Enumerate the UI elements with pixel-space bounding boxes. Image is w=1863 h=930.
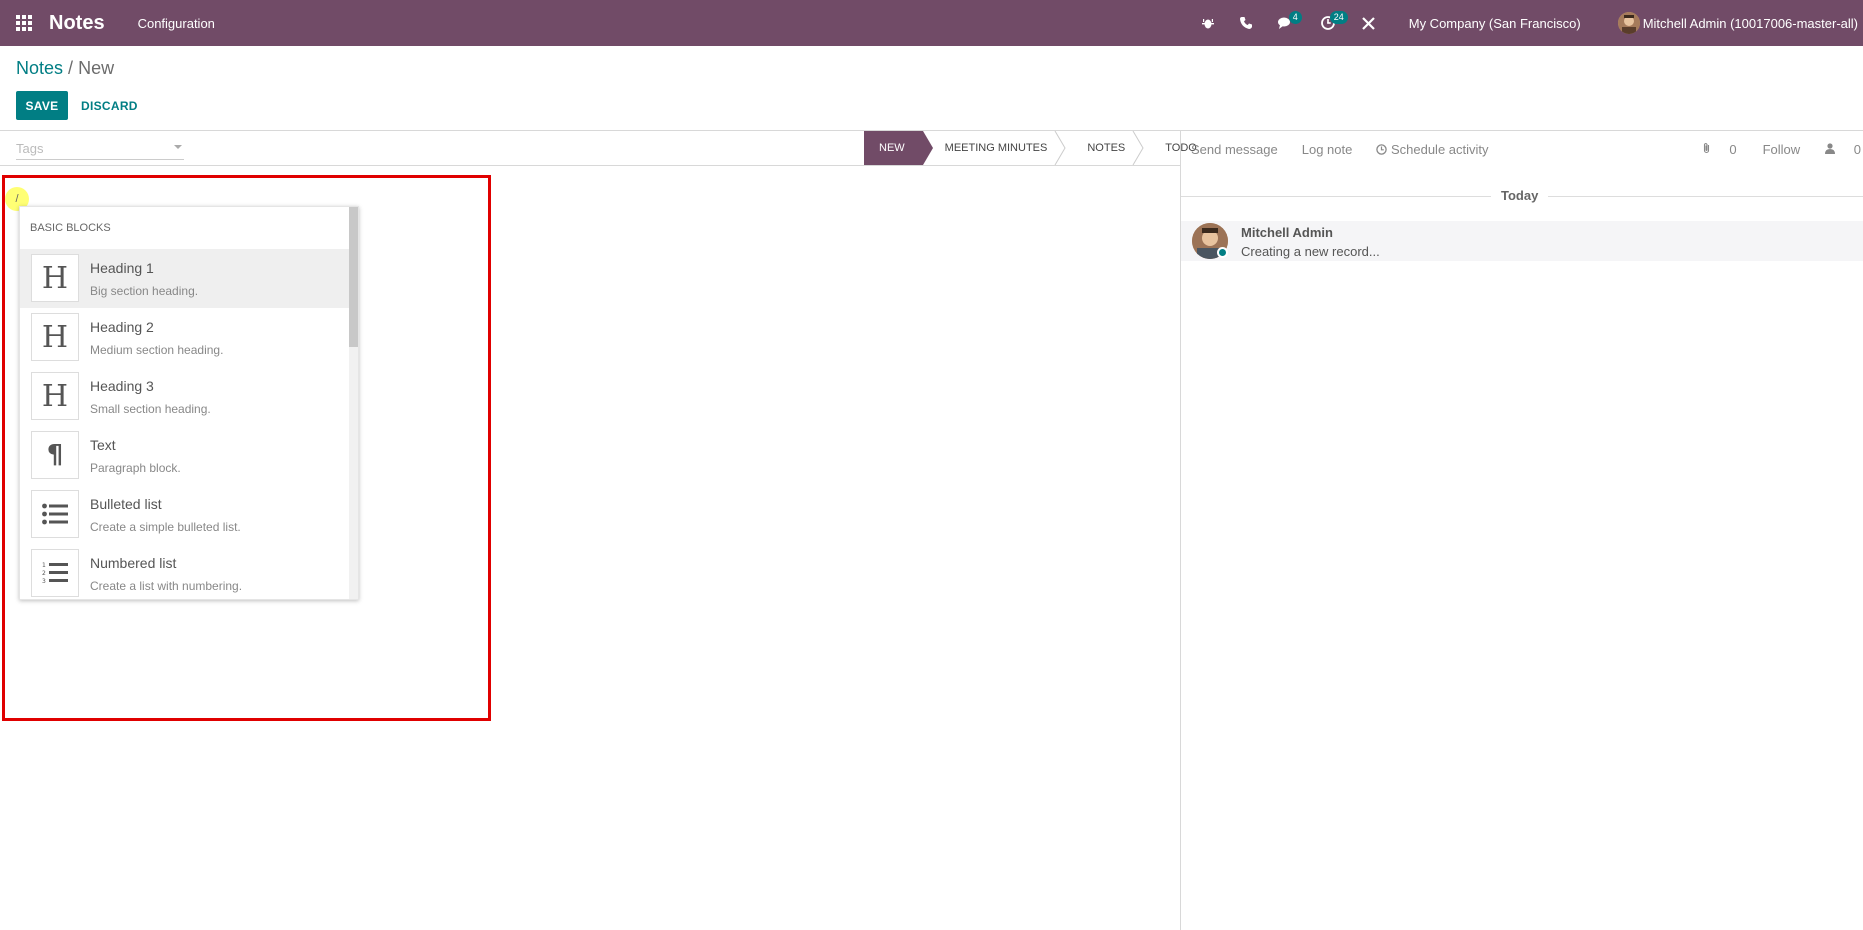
send-message-button[interactable]: Send message — [1191, 142, 1278, 157]
powerbox-item-text[interactable]: ¶ Text Paragraph block. — [20, 426, 351, 485]
powerbox-item-description: Paragraph block. — [90, 461, 181, 475]
activities-clock-icon[interactable]: 24 — [1307, 0, 1349, 46]
powerbox-item-heading-1[interactable]: H Heading 1 Big section heading. — [20, 249, 351, 308]
powerbox-scrollbar[interactable] — [349, 207, 358, 599]
breadcrumb: Notes / New — [16, 58, 114, 79]
heading-icon: H — [31, 313, 79, 361]
online-status-icon — [1217, 247, 1228, 258]
heading-icon: H — [31, 254, 79, 302]
message-author[interactable]: Mitchell Admin — [1241, 225, 1333, 240]
powerbox-item-description: Big section heading. — [90, 284, 199, 298]
messages-badge: 4 — [1288, 11, 1302, 24]
powerbox-item-title: Heading 3 — [90, 378, 154, 394]
menu-configuration[interactable]: Configuration — [138, 16, 215, 31]
tags-placeholder: Tags — [16, 141, 44, 156]
powerbox-item-heading-3[interactable]: H Heading 3 Small section heading. — [20, 367, 351, 426]
clock-icon — [1376, 144, 1388, 155]
followers-button[interactable]: 0 — [1825, 142, 1861, 157]
stage-notes-label: NOTES — [1087, 142, 1126, 154]
paperclip-icon — [1703, 143, 1709, 154]
user-menu[interactable]: Mitchell Admin (10017006-master-all) — [1617, 12, 1858, 34]
date-separator-label: Today — [1491, 188, 1549, 203]
discard-button[interactable]: DISCARD — [81, 91, 138, 120]
breadcrumb-notes-link[interactable]: Notes — [16, 58, 63, 78]
chatter-panel: Send message Log note Schedule activity … — [1180, 131, 1863, 930]
stage-new-label: NEW — [879, 142, 905, 154]
company-switcher[interactable]: My Company (San Francisco) — [1409, 16, 1581, 31]
tags-input[interactable]: Tags — [16, 141, 184, 160]
stage-notes[interactable]: NOTES — [1065, 131, 1144, 165]
powerbox-item-title: Heading 1 — [90, 260, 154, 276]
log-note-button[interactable]: Log note — [1302, 142, 1353, 157]
powerbox-scrollbar-thumb[interactable] — [349, 207, 358, 347]
command-powerbox: BASIC BLOCKS H Heading 1 Big section hea… — [19, 206, 359, 600]
message-body: Creating a new record... — [1241, 244, 1380, 259]
follow-button[interactable]: Follow — [1763, 142, 1801, 157]
save-button[interactable]: SAVE — [16, 91, 68, 120]
phone-icon[interactable] — [1227, 0, 1265, 46]
svg-text:1: 1 — [42, 562, 46, 569]
top-navbar: Notes Configuration 4 24 My Company (San… — [0, 0, 1863, 46]
stage-meeting-minutes[interactable]: MEETING MINUTES — [923, 131, 1066, 165]
attachments-button[interactable]: 0 — [1702, 142, 1737, 157]
powerbox-item-numbered-list[interactable]: 123 Numbered list Create a list with num… — [20, 544, 351, 599]
powerbox-item-description: Create a simple bulleted list. — [90, 520, 241, 534]
editor-typed-text: / — [15, 193, 19, 205]
systray: 4 24 My Company (San Francisco) Mitchell… — [1189, 0, 1863, 46]
user-name: Mitchell Admin (10017006-master-all) — [1642, 15, 1858, 31]
user-icon — [1825, 143, 1836, 154]
schedule-activity-label: Schedule activity — [1390, 142, 1489, 157]
chatter-topbar-right: 0 Follow 0 — [1687, 142, 1863, 157]
form-header-divider — [0, 165, 1180, 166]
chatter-message: Mitchell Admin Creating a new record... — [1181, 221, 1863, 261]
caret-down-icon[interactable] — [174, 145, 182, 149]
powerbox-item-title: Text — [90, 437, 116, 453]
user-avatar — [1617, 12, 1640, 34]
powerbox-item-bulleted-list[interactable]: Bulleted list Create a simple bulleted l… — [20, 485, 351, 544]
powerbox-item-description: Small section heading. — [90, 402, 211, 416]
chatter-actions: Send message Log note Schedule activity — [1191, 142, 1537, 157]
messages-icon[interactable]: 4 — [1265, 0, 1307, 46]
svg-text:3: 3 — [42, 578, 46, 585]
powerbox-list: H Heading 1 Big section heading. H Headi… — [20, 249, 351, 599]
stage-statusbar: NEW MEETING MINUTES NOTES TODO — [864, 131, 1215, 165]
stage-new[interactable]: NEW — [864, 131, 933, 165]
apps-menu-icon[interactable] — [0, 0, 48, 46]
powerbox-item-title: Numbered list — [90, 555, 177, 571]
powerbox-item-description: Medium section heading. — [90, 343, 224, 357]
svg-text:2: 2 — [42, 570, 46, 577]
attachments-count: 0 — [1729, 142, 1737, 157]
bulleted-list-icon — [31, 490, 79, 538]
heading-icon: H — [31, 372, 79, 420]
activities-badge: 24 — [1329, 11, 1348, 24]
paragraph-icon: ¶ — [31, 431, 79, 479]
app-name[interactable]: Notes — [49, 12, 105, 35]
debug-bug-icon[interactable] — [1189, 0, 1227, 46]
stage-meeting-minutes-label: MEETING MINUTES — [944, 142, 1048, 154]
powerbox-item-title: Heading 2 — [90, 319, 154, 335]
powerbox-item-description: Create a list with numbering. — [90, 579, 243, 593]
tools-close-icon[interactable] — [1349, 0, 1389, 46]
breadcrumb-current: New — [78, 58, 115, 78]
numbered-list-icon: 123 — [31, 549, 79, 597]
powerbox-item-heading-2[interactable]: H Heading 2 Medium section heading. — [20, 308, 351, 367]
breadcrumb-separator: / — [68, 58, 74, 78]
followers-count: 0 — [1853, 142, 1861, 157]
schedule-activity-button[interactable]: Schedule activity — [1376, 142, 1512, 157]
powerbox-item-title: Bulleted list — [90, 496, 162, 512]
powerbox-category: BASIC BLOCKS — [30, 222, 111, 234]
